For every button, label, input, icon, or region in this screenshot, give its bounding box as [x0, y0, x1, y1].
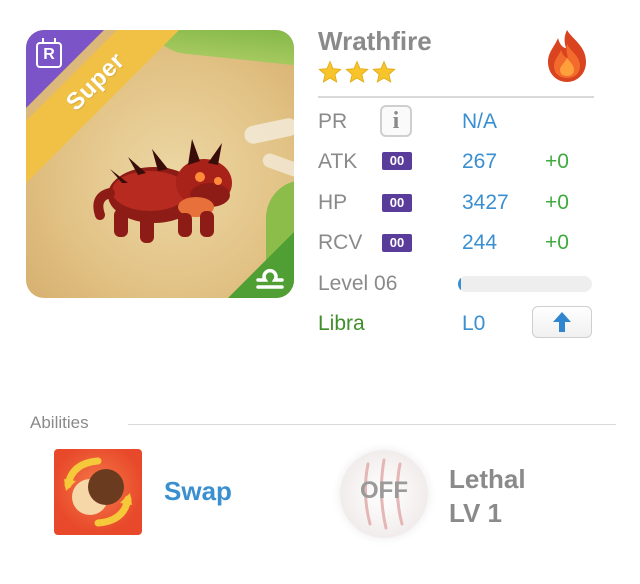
upgrade-button[interactable]	[532, 306, 592, 338]
hp-value: 3427	[462, 191, 509, 214]
atk-badge: 00	[382, 152, 412, 170]
monster-creature-image	[93, 139, 232, 243]
info-icon: i	[392, 107, 400, 134]
atk-label: ATK	[318, 150, 358, 173]
level-progress-bar	[458, 276, 592, 292]
star-icon	[318, 60, 342, 83]
hp-label: HP	[318, 191, 348, 214]
hp-bonus: +0	[545, 191, 569, 214]
rcv-badge: 00	[382, 234, 412, 252]
level-label: Level 06	[318, 272, 398, 295]
ability-name-swap[interactable]: Swap	[164, 476, 232, 507]
ability-lethal-name: Lethal	[449, 464, 526, 494]
atk-value: 267	[462, 150, 498, 173]
up-arrow-icon	[553, 312, 571, 332]
swap-arrows-icon	[64, 457, 132, 527]
star-icon	[345, 60, 369, 83]
ability-lethal-level: LV 1	[449, 498, 502, 528]
bone-decoration	[260, 151, 294, 179]
star-rating	[318, 60, 396, 84]
monster-portrait[interactable]: Super R	[26, 30, 294, 298]
ability-status-off: OFF	[360, 477, 408, 504]
rank-badge-icon: R	[36, 38, 62, 68]
header-divider	[318, 96, 594, 98]
zodiac-name: Libra	[318, 312, 365, 335]
rcv-label: RCV	[318, 231, 363, 254]
pr-value: N/A	[462, 110, 498, 133]
zodiac-level: L0	[462, 312, 486, 335]
hp-badge: 00	[382, 194, 412, 212]
level-progress-fill	[458, 276, 461, 292]
monster-name: Wrathfire	[318, 26, 432, 56]
fire-element-icon	[548, 30, 586, 82]
pr-label: PR	[318, 110, 348, 133]
rcv-bonus: +0	[545, 231, 569, 254]
swap-ability-icon[interactable]	[54, 449, 142, 535]
abilities-title: Abilities	[30, 413, 89, 432]
bone-decoration	[242, 116, 294, 146]
abilities-divider	[128, 424, 616, 425]
rcv-value: 244	[462, 231, 498, 254]
star-icon	[372, 60, 396, 83]
libra-icon	[256, 269, 284, 289]
ability-name-lethal[interactable]: Lethal LV 1	[449, 462, 526, 530]
atk-bonus: +0	[545, 150, 569, 173]
info-button[interactable]: i	[380, 105, 412, 137]
